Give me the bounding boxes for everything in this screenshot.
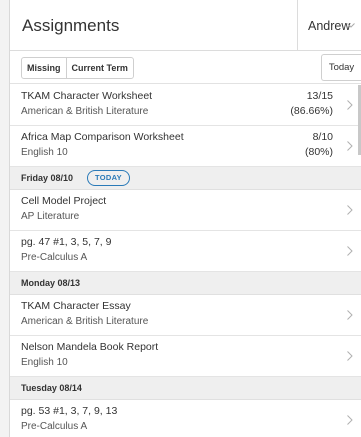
day-header: Friday 08/10 TODAY xyxy=(10,167,361,190)
page-title: Assignments xyxy=(22,16,120,35)
day-label: Tuesday 08/14 xyxy=(21,383,82,393)
assignment-title: pg. 47 #1, 3, 5, 7, 9 xyxy=(21,236,112,248)
assignment-title: TKAM Character Essay xyxy=(21,300,131,312)
day-label: Friday 08/10 xyxy=(21,173,74,183)
score-points: 8/10 xyxy=(312,131,333,143)
assignment-list: TKAM Character Worksheet American & Brit… xyxy=(10,85,361,437)
missing-filter-button[interactable]: Missing xyxy=(22,58,66,78)
assignments-panel: Assignments Andrew Missing Current Term … xyxy=(9,0,361,437)
assignment-course: English 10 xyxy=(21,147,68,158)
user-name: Andrew xyxy=(308,19,351,33)
assignment-title: pg. 53 #1, 3, 7, 9, 13 xyxy=(21,405,118,417)
today-badge: TODAY xyxy=(87,170,130,186)
assignment-course: American & British Literature xyxy=(21,106,149,117)
assignment-row[interactable]: pg. 47 #1, 3, 5, 7, 9 Pre-Calculus A xyxy=(10,231,361,272)
assignment-score: 8/10 (80%) xyxy=(305,130,333,160)
chevron-right-icon xyxy=(347,246,353,256)
assignment-row[interactable]: Cell Model Project AP Literature xyxy=(10,190,361,231)
filter-pills: Missing Current Term xyxy=(21,57,134,79)
assignment-title: Africa Map Comparison Worksheet xyxy=(21,131,184,143)
user-menu[interactable]: Andrew xyxy=(297,0,361,51)
filter-bar: Missing Current Term Today xyxy=(10,51,361,84)
assignment-row[interactable]: TKAM Character Essay American & British … xyxy=(10,295,361,336)
assignment-row[interactable]: Africa Map Comparison Worksheet English … xyxy=(10,126,361,167)
day-label: Monday 08/13 xyxy=(21,278,81,288)
score-percent: (80%) xyxy=(304,146,333,158)
assignment-row[interactable]: pg. 53 #1, 3, 7, 9, 13 Pre-Calculus A xyxy=(10,400,361,437)
assignment-course: Pre-Calculus A xyxy=(21,252,88,263)
day-header: Tuesday 08/14 xyxy=(10,377,361,400)
assignment-course: American & British Literature xyxy=(21,316,149,327)
chevron-right-icon xyxy=(347,351,353,361)
assignment-row[interactable]: TKAM Character Worksheet American & Brit… xyxy=(10,85,361,126)
day-header: Monday 08/13 xyxy=(10,272,361,295)
assignment-title: TKAM Character Worksheet xyxy=(21,90,153,102)
app-header: Assignments Andrew xyxy=(10,0,361,51)
assignment-title: Cell Model Project xyxy=(21,195,107,207)
today-button[interactable]: Today xyxy=(321,54,361,81)
assignment-course: English 10 xyxy=(21,357,68,368)
score-points: 13/15 xyxy=(306,90,333,102)
assignment-course: AP Literature xyxy=(21,211,80,222)
current-term-filter-button[interactable]: Current Term xyxy=(65,58,133,78)
chevron-right-icon xyxy=(347,205,353,215)
assignment-title: Nelson Mandela Book Report xyxy=(21,341,159,353)
score-percent: (86.66%) xyxy=(290,105,333,117)
assignment-row[interactable]: Nelson Mandela Book Report English 10 xyxy=(10,336,361,377)
assignment-course: Pre-Calculus A xyxy=(21,421,88,432)
chevron-right-icon xyxy=(347,415,353,425)
assignment-score: 13/15 (86.66%) xyxy=(290,89,333,119)
chevron-down-icon xyxy=(347,23,355,28)
chevron-right-icon xyxy=(347,310,353,320)
chevron-right-icon xyxy=(347,100,353,110)
chevron-right-icon xyxy=(347,141,353,151)
